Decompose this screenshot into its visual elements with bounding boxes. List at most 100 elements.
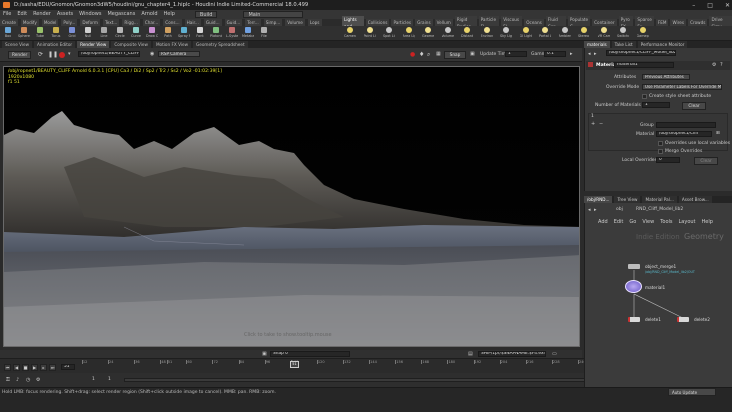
jump-start-icon[interactable]: ⏮ (4, 363, 11, 371)
shelf-tab-right-2[interactable]: Particles (391, 19, 414, 26)
shelf-tab-left-6[interactable]: Rigg... (122, 19, 140, 26)
settings-icon[interactable]: ▸ (570, 51, 573, 57)
shelf-tab-left-15[interactable]: Lops (307, 19, 322, 26)
node-delete2[interactable] (677, 317, 689, 322)
range-settings-icon[interactable]: ⚙ (36, 377, 40, 383)
node-object-merge1[interactable] (628, 264, 640, 269)
shelf-tab-left-10[interactable]: Guid... (203, 19, 222, 26)
shelf-tool-12[interactable]: Font (194, 27, 206, 40)
shelf-tool-8[interactable]: Curve (130, 27, 142, 40)
menu-render[interactable]: Render (33, 10, 51, 19)
menu-edit[interactable]: Edit (17, 10, 27, 19)
gamma-field[interactable]: 0.1 (544, 51, 566, 57)
pane-tab-0[interactable]: Scene View (2, 41, 33, 48)
shelf-tab-right-16[interactable]: Crowds (688, 19, 708, 26)
forward-arrow-icon[interactable]: ▸ (594, 51, 597, 57)
param-tab-1[interactable]: Take List (611, 41, 636, 48)
map-pin-icon[interactable]: ♦ (419, 51, 424, 58)
local-overrides-field[interactable]: 0 (656, 157, 680, 163)
shelf-tab-left-14[interactable]: Volume (285, 19, 305, 26)
shelf-tool-11[interactable]: Spray Paint (178, 27, 190, 40)
save-icon[interactable]: ▤ (468, 351, 473, 357)
menu-windows[interactable]: Windows (79, 10, 101, 19)
shelf-tab-right-4[interactable]: Vellum (434, 19, 453, 26)
light-tool-13[interactable]: VR Camera (598, 27, 610, 40)
remove-icon[interactable]: − (599, 121, 603, 127)
group-field[interactable] (656, 122, 716, 128)
shelf-tab-left-1[interactable]: Modify (20, 19, 39, 26)
shelf-tool-5[interactable]: Null (82, 27, 94, 40)
pane-tab-3[interactable]: Composite View (111, 41, 151, 48)
menu-file[interactable]: File (3, 10, 11, 19)
shelf-tab-left-5[interactable]: Text... (102, 19, 120, 26)
style-sheet-checkbox[interactable] (642, 94, 647, 99)
shelf-tab-left-9[interactable]: Hair... (184, 19, 201, 26)
shelf-tool-16[interactable]: File (258, 27, 270, 40)
pane-tab-1[interactable]: Animation Editor (34, 41, 76, 48)
jump-end-icon[interactable]: ⏭ (49, 363, 56, 371)
light-tool-11[interactable]: Ambient Light (559, 27, 571, 40)
shelf-tab-left-4[interactable]: Deform (80, 19, 100, 26)
light-tool-4[interactable]: Geometry Light (422, 27, 434, 40)
light-tool-1[interactable]: Point Light (364, 27, 376, 40)
minimize-icon[interactable]: – (692, 2, 695, 9)
refresh-icon[interactable]: ⟳ (38, 51, 43, 58)
output-path-field[interactable]: SHIP/1pr/$SNAPNAME.$F4.exr (478, 351, 546, 357)
shelf-tab-right-14[interactable]: FEM (655, 19, 669, 26)
back-arrow-icon[interactable]: ◂ (588, 51, 591, 57)
light-tool-8[interactable]: Sky Light (500, 27, 512, 40)
shelf-tab-left-3[interactable]: Poly... (61, 19, 78, 26)
shelf-tool-6[interactable]: Line (98, 27, 110, 40)
shelf-tool-7[interactable]: Circle (114, 27, 126, 40)
light-tool-6[interactable]: Distant Light (461, 27, 473, 40)
help-icon[interactable]: ? (720, 62, 723, 68)
range-start[interactable]: 1 (92, 377, 95, 382)
close-icon[interactable]: ✕ (725, 2, 730, 9)
snap-camera-icon[interactable]: ▣ (262, 351, 267, 357)
clear-button[interactable]: Clear (682, 102, 706, 110)
update-time-field[interactable]: 1 (505, 51, 527, 57)
shelf-tool-14[interactable]: L-System (226, 27, 238, 40)
light-tool-9[interactable]: GI Light (520, 27, 532, 40)
zoom-icon[interactable]: ⌕ (427, 51, 430, 59)
override-mode-dropdown[interactable]: Use Parameter Labels For Override Menu (642, 84, 722, 90)
shelf-tab-right-8[interactable]: Oceans (524, 19, 544, 26)
pane-tab-2[interactable]: Render View (77, 41, 110, 48)
node-delete1[interactable] (628, 317, 640, 322)
camera-snap-icon[interactable]: ▣ (470, 51, 475, 57)
range-start-2[interactable]: 1 (108, 377, 111, 382)
light-tool-2[interactable]: Spot Light (383, 27, 395, 40)
shelf-tab-left-12[interactable]: Terr... (245, 19, 261, 26)
attributes-dropdown[interactable]: Previous Attributes (642, 74, 690, 80)
param-tab-0[interactable]: materials (584, 41, 610, 48)
shelf-tool-10[interactable]: Path (162, 27, 174, 40)
pause-icon[interactable]: ❚❚ (48, 51, 58, 58)
shelf-tab-right-15[interactable]: Wires (670, 19, 687, 26)
light-tool-15[interactable]: Gamepad Camera (637, 27, 649, 40)
grid-icon[interactable]: ▦ (436, 51, 441, 57)
auto-update-button[interactable]: Auto Update (668, 388, 716, 396)
audio-icon[interactable]: ♪ (16, 377, 19, 383)
stop-play-icon[interactable]: ■ (22, 363, 29, 371)
light-tool-10[interactable]: Portal Light (539, 27, 551, 40)
maximize-icon[interactable]: □ (707, 2, 713, 9)
light-tool-12[interactable]: Stereo Camera (578, 27, 590, 40)
shelf-tool-0[interactable]: Box (2, 27, 14, 40)
add-icon[interactable]: + (591, 121, 595, 127)
shelf-tab-right-1[interactable]: Collisions (365, 19, 390, 26)
shelf-tool-9[interactable]: Draw Curve (146, 27, 158, 40)
snap-button[interactable]: Snap (444, 51, 466, 59)
current-frame-field[interactable]: 51 (61, 364, 75, 370)
light-tool-0[interactable]: Camera (344, 27, 356, 40)
node-material1-selected[interactable] (625, 280, 642, 293)
shelf-tab-left-11[interactable]: Guid... (224, 19, 243, 26)
merge-overrides-checkbox[interactable] (658, 149, 663, 154)
realtime-icon[interactable]: ◷ (26, 377, 30, 383)
shelf-tab-left-2[interactable]: Model (41, 19, 59, 26)
shelf-tool-4[interactable]: Grid (66, 27, 78, 40)
shelf-tab-right-3[interactable]: Grains (415, 19, 433, 26)
shelf-tool-1[interactable]: Sphere (18, 27, 30, 40)
shelf-tool-13[interactable]: Platonic Solids (210, 27, 222, 40)
menu-megascans[interactable]: Megascans (107, 10, 135, 19)
num-materials-field[interactable]: 1 (642, 102, 670, 108)
